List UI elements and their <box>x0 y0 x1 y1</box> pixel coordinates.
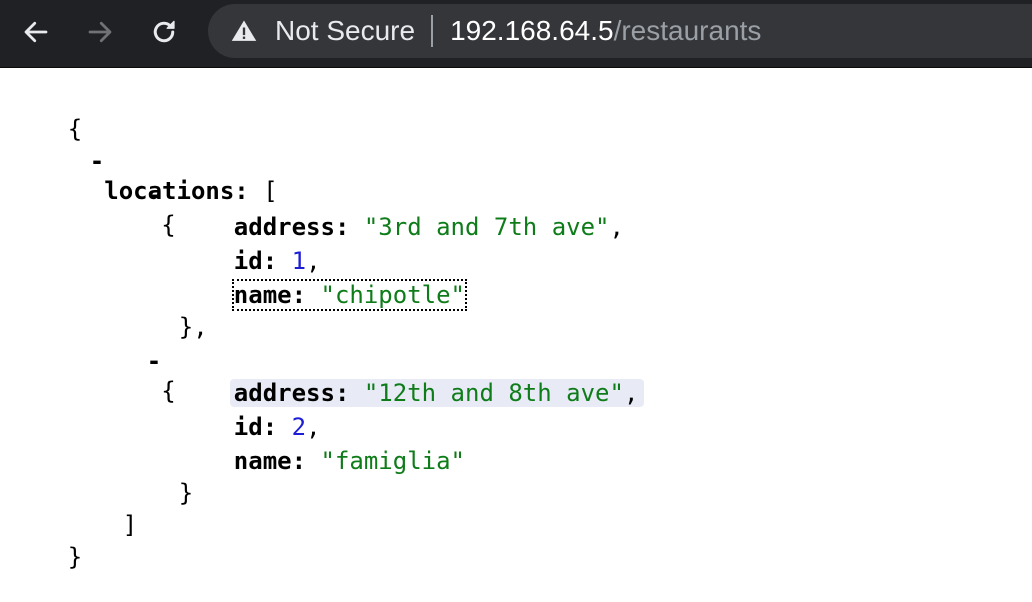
forward-arrow-icon <box>88 21 112 43</box>
item-1-close: }, <box>178 313 208 341</box>
collapse-toggle-item-1[interactable]: - <box>147 181 161 209</box>
json-key-name: name <box>233 281 292 309</box>
reload-button[interactable] <box>144 12 184 52</box>
item-2-id-row: id: 2, <box>233 413 321 441</box>
json-value-name: "chipotle" <box>320 281 466 309</box>
url-host[interactable]: 192.168.64.5 <box>450 15 614 47</box>
browser-toolbar: Not Secure 192.168.64.5/restaurants <box>0 0 1032 68</box>
forward-button[interactable] <box>80 12 120 52</box>
warning-triangle-icon[interactable] <box>230 17 258 45</box>
item-1-address-row: address: "3rd and 7th ave", <box>233 213 624 241</box>
item-1-name-row: name: "chipotle" <box>176 250 468 311</box>
json-root-close-brace: } <box>67 543 83 571</box>
json-value-address: "12th and 8th ave" <box>363 379 624 407</box>
json-root-open-brace: { <box>67 115 83 143</box>
url-path[interactable]: /restaurants <box>614 15 762 47</box>
security-status-label[interactable]: Not Secure <box>275 15 415 47</box>
focused-name-entry[interactable]: name: "chipotle" <box>231 279 468 311</box>
item-1-open: - { <box>146 181 176 239</box>
address-bar[interactable]: Not Secure 192.168.64.5/restaurants <box>208 4 1032 58</box>
json-key-name: name <box>233 447 292 475</box>
json-viewer: { - locations: [ - { address: "3rd and 7… <box>0 68 1032 594</box>
item-2-close: } <box>178 479 194 507</box>
omnibox-divider <box>431 15 434 47</box>
item-1-id-row: id: 1, <box>233 247 321 275</box>
reload-icon <box>153 20 175 43</box>
back-arrow-icon <box>24 21 48 43</box>
json-close-bracket: ] <box>122 511 138 539</box>
collapse-toggle-item-2[interactable]: - <box>147 347 161 375</box>
item-2-open: - { <box>146 347 176 405</box>
json-value-name: "famiglia" <box>320 447 466 475</box>
json-value-address: "3rd and 7th ave" <box>363 213 610 241</box>
locations-row: - locations: [ <box>89 147 278 205</box>
item-2-address-row: address: "12th and 8th ave", <box>176 348 645 407</box>
back-button[interactable] <box>16 12 56 52</box>
item-2-name-row: name: "famiglia" <box>233 447 465 475</box>
